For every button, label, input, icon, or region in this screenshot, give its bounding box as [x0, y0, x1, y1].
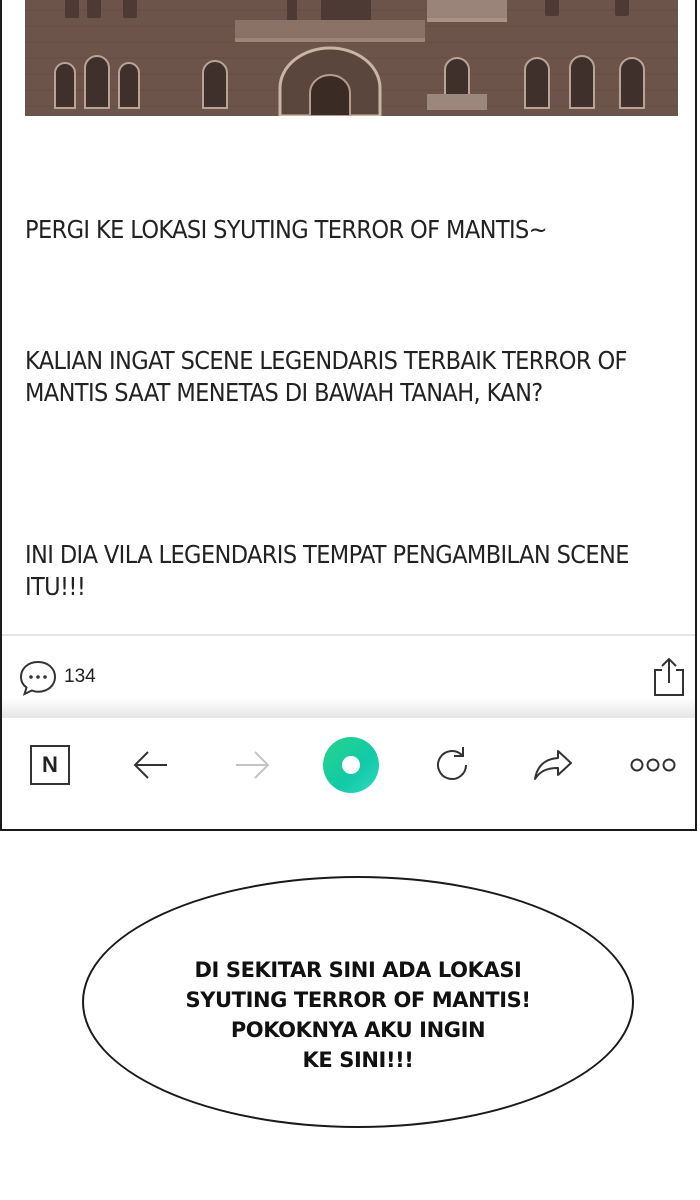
browser-toolbar: N: [2, 718, 695, 829]
post-paragraph-2: KALIAN INGAT SCENE LEGENDARIS TERBAIK TE…: [25, 346, 627, 407]
green-circle-icon: [323, 737, 379, 793]
refresh-icon: [437, 747, 467, 780]
speech-balloon-text: DI SEKITAR SINI ADA LOKASI SYUTING TERRO…: [82, 955, 634, 1075]
more-icon: [630, 758, 676, 772]
balloon-line-1: DI SEKITAR SINI ADA LOKASI: [194, 958, 522, 982]
refresh-button[interactable]: [427, 740, 477, 790]
green-home-button[interactable]: [323, 737, 379, 793]
villa-photo: [25, 0, 678, 116]
phone-screen: PERGI KE LOKASI SYUTING TERROR OF MANTIS…: [0, 0, 697, 831]
arrow-left-icon: [133, 751, 167, 779]
comment-bubble-icon[interactable]: [19, 659, 57, 697]
forward-share-icon: [534, 750, 572, 780]
post-paragraph-3: INI DIA VILA LEGENDARIS TEMPAT PENGAMBIL…: [25, 540, 629, 601]
share-forward-button[interactable]: [528, 740, 578, 790]
post-paragraph-1: PERGI KE LOKASI SYUTING TERROR OF MANTIS…: [25, 215, 548, 244]
balloon-line-4: KE SINI!!!: [302, 1048, 414, 1072]
naver-home-button[interactable]: N: [25, 740, 75, 790]
forward-button[interactable]: [227, 740, 277, 790]
toolbar-shadow: [2, 698, 695, 720]
comment-count[interactable]: 134: [64, 666, 96, 688]
back-button[interactable]: [126, 740, 176, 790]
more-button[interactable]: [628, 740, 678, 790]
balloon-line-2: SYUTING TERROR OF MANTIS!: [185, 988, 531, 1012]
share-icon[interactable]: [650, 656, 688, 698]
n-logo-icon: N: [30, 745, 70, 785]
balloon-line-3: POKOKNYA AKU INGIN: [230, 1018, 486, 1042]
arrow-right-icon: [236, 751, 270, 779]
